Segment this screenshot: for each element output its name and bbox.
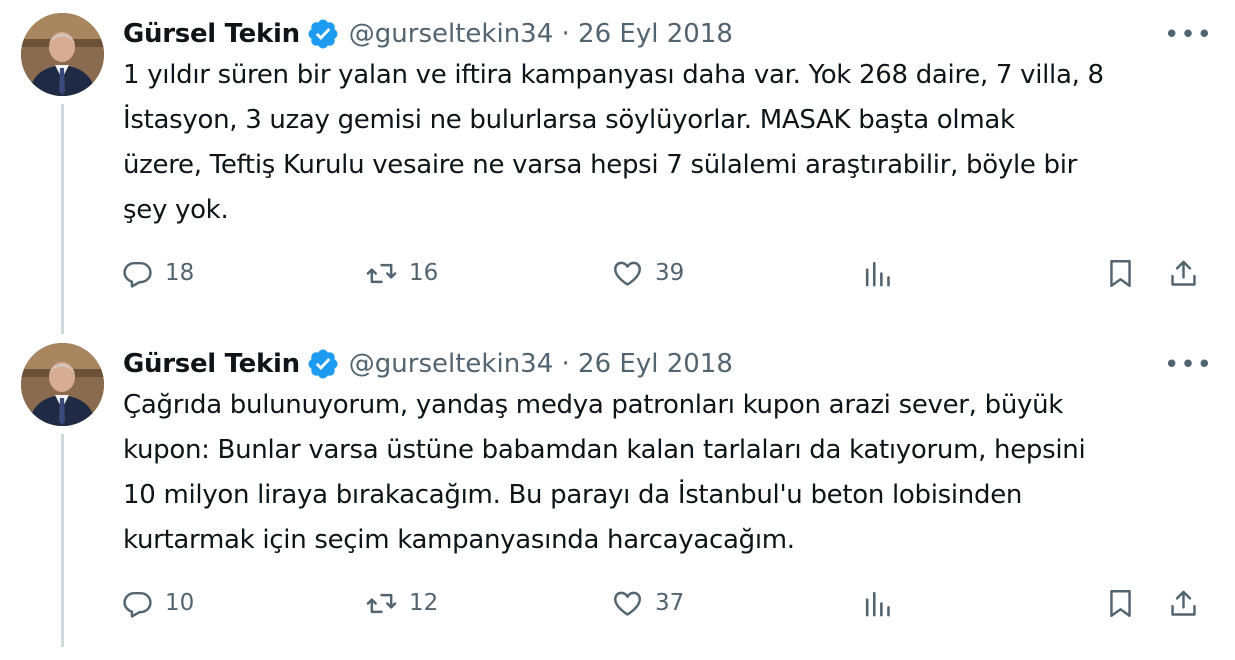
tweet[interactable]: Gürsel Tekin @gurseltekin34 · 26 Eyl 201… [0, 330, 1235, 660]
reply-count: 10 [165, 590, 195, 616]
author-name[interactable]: Gürsel Tekin [123, 19, 300, 49]
reply-button[interactable]: 10 [122, 583, 194, 623]
handle-and-date[interactable]: @gurseltekin34 · 26 Eyl 2018 [349, 349, 733, 379]
avatar[interactable] [21, 13, 104, 96]
reply-icon [123, 261, 152, 288]
views-button[interactable] [862, 253, 893, 293]
repost-icon [366, 263, 397, 283]
bookmark-button[interactable] [1105, 253, 1136, 293]
tweet[interactable]: Gürsel Tekin @gurseltekin34 · 26 Eyl 201… [0, 0, 1235, 330]
like-button[interactable]: 39 [612, 253, 684, 293]
verified-badge-icon [306, 17, 340, 51]
avatar[interactable] [21, 343, 104, 426]
views-icon [865, 591, 890, 616]
tweet-header: Gürsel Tekin @gurseltekin34 · 26 Eyl 201… [123, 14, 1215, 54]
like-count: 37 [655, 590, 685, 616]
tweet-text: 1 yıldır süren bir yalan ve iftira kampa… [123, 60, 1104, 225]
repost-button[interactable]: 12 [366, 583, 438, 623]
bookmark-icon [1110, 589, 1131, 617]
share-icon [1171, 260, 1196, 286]
verified-badge-icon [306, 347, 340, 381]
views-button[interactable] [862, 583, 893, 623]
more-options-button[interactable]: ••• [1164, 20, 1213, 50]
reply-count: 18 [165, 260, 195, 286]
bookmark-button[interactable] [1105, 583, 1136, 623]
handle-and-date[interactable]: @gurseltekin34 · 26 Eyl 2018 [349, 19, 733, 49]
action-bar: 10 12 37 [0, 583, 1235, 623]
more-options-button[interactable]: ••• [1164, 350, 1213, 380]
tweet-text: Çağrıda bulunuyorum, yandaş medya patron… [123, 390, 1086, 555]
like-button[interactable]: 37 [612, 583, 684, 623]
author-name[interactable]: Gürsel Tekin [123, 349, 300, 379]
repost-icon [366, 593, 397, 613]
like-count: 39 [655, 260, 685, 286]
reply-button[interactable]: 18 [122, 253, 194, 293]
views-icon [865, 261, 890, 286]
repost-count: 12 [409, 590, 439, 616]
like-icon [614, 591, 641, 616]
bookmark-icon [1110, 259, 1131, 287]
tweet-header: Gürsel Tekin @gurseltekin34 · 26 Eyl 201… [123, 344, 1215, 384]
share-icon [1171, 590, 1196, 616]
like-icon [614, 261, 641, 286]
share-button[interactable] [1168, 583, 1199, 623]
repost-button[interactable]: 16 [366, 253, 438, 293]
repost-count: 16 [409, 260, 439, 286]
reply-icon [123, 591, 152, 618]
action-bar: 18 16 39 [0, 253, 1235, 293]
share-button[interactable] [1168, 253, 1199, 293]
